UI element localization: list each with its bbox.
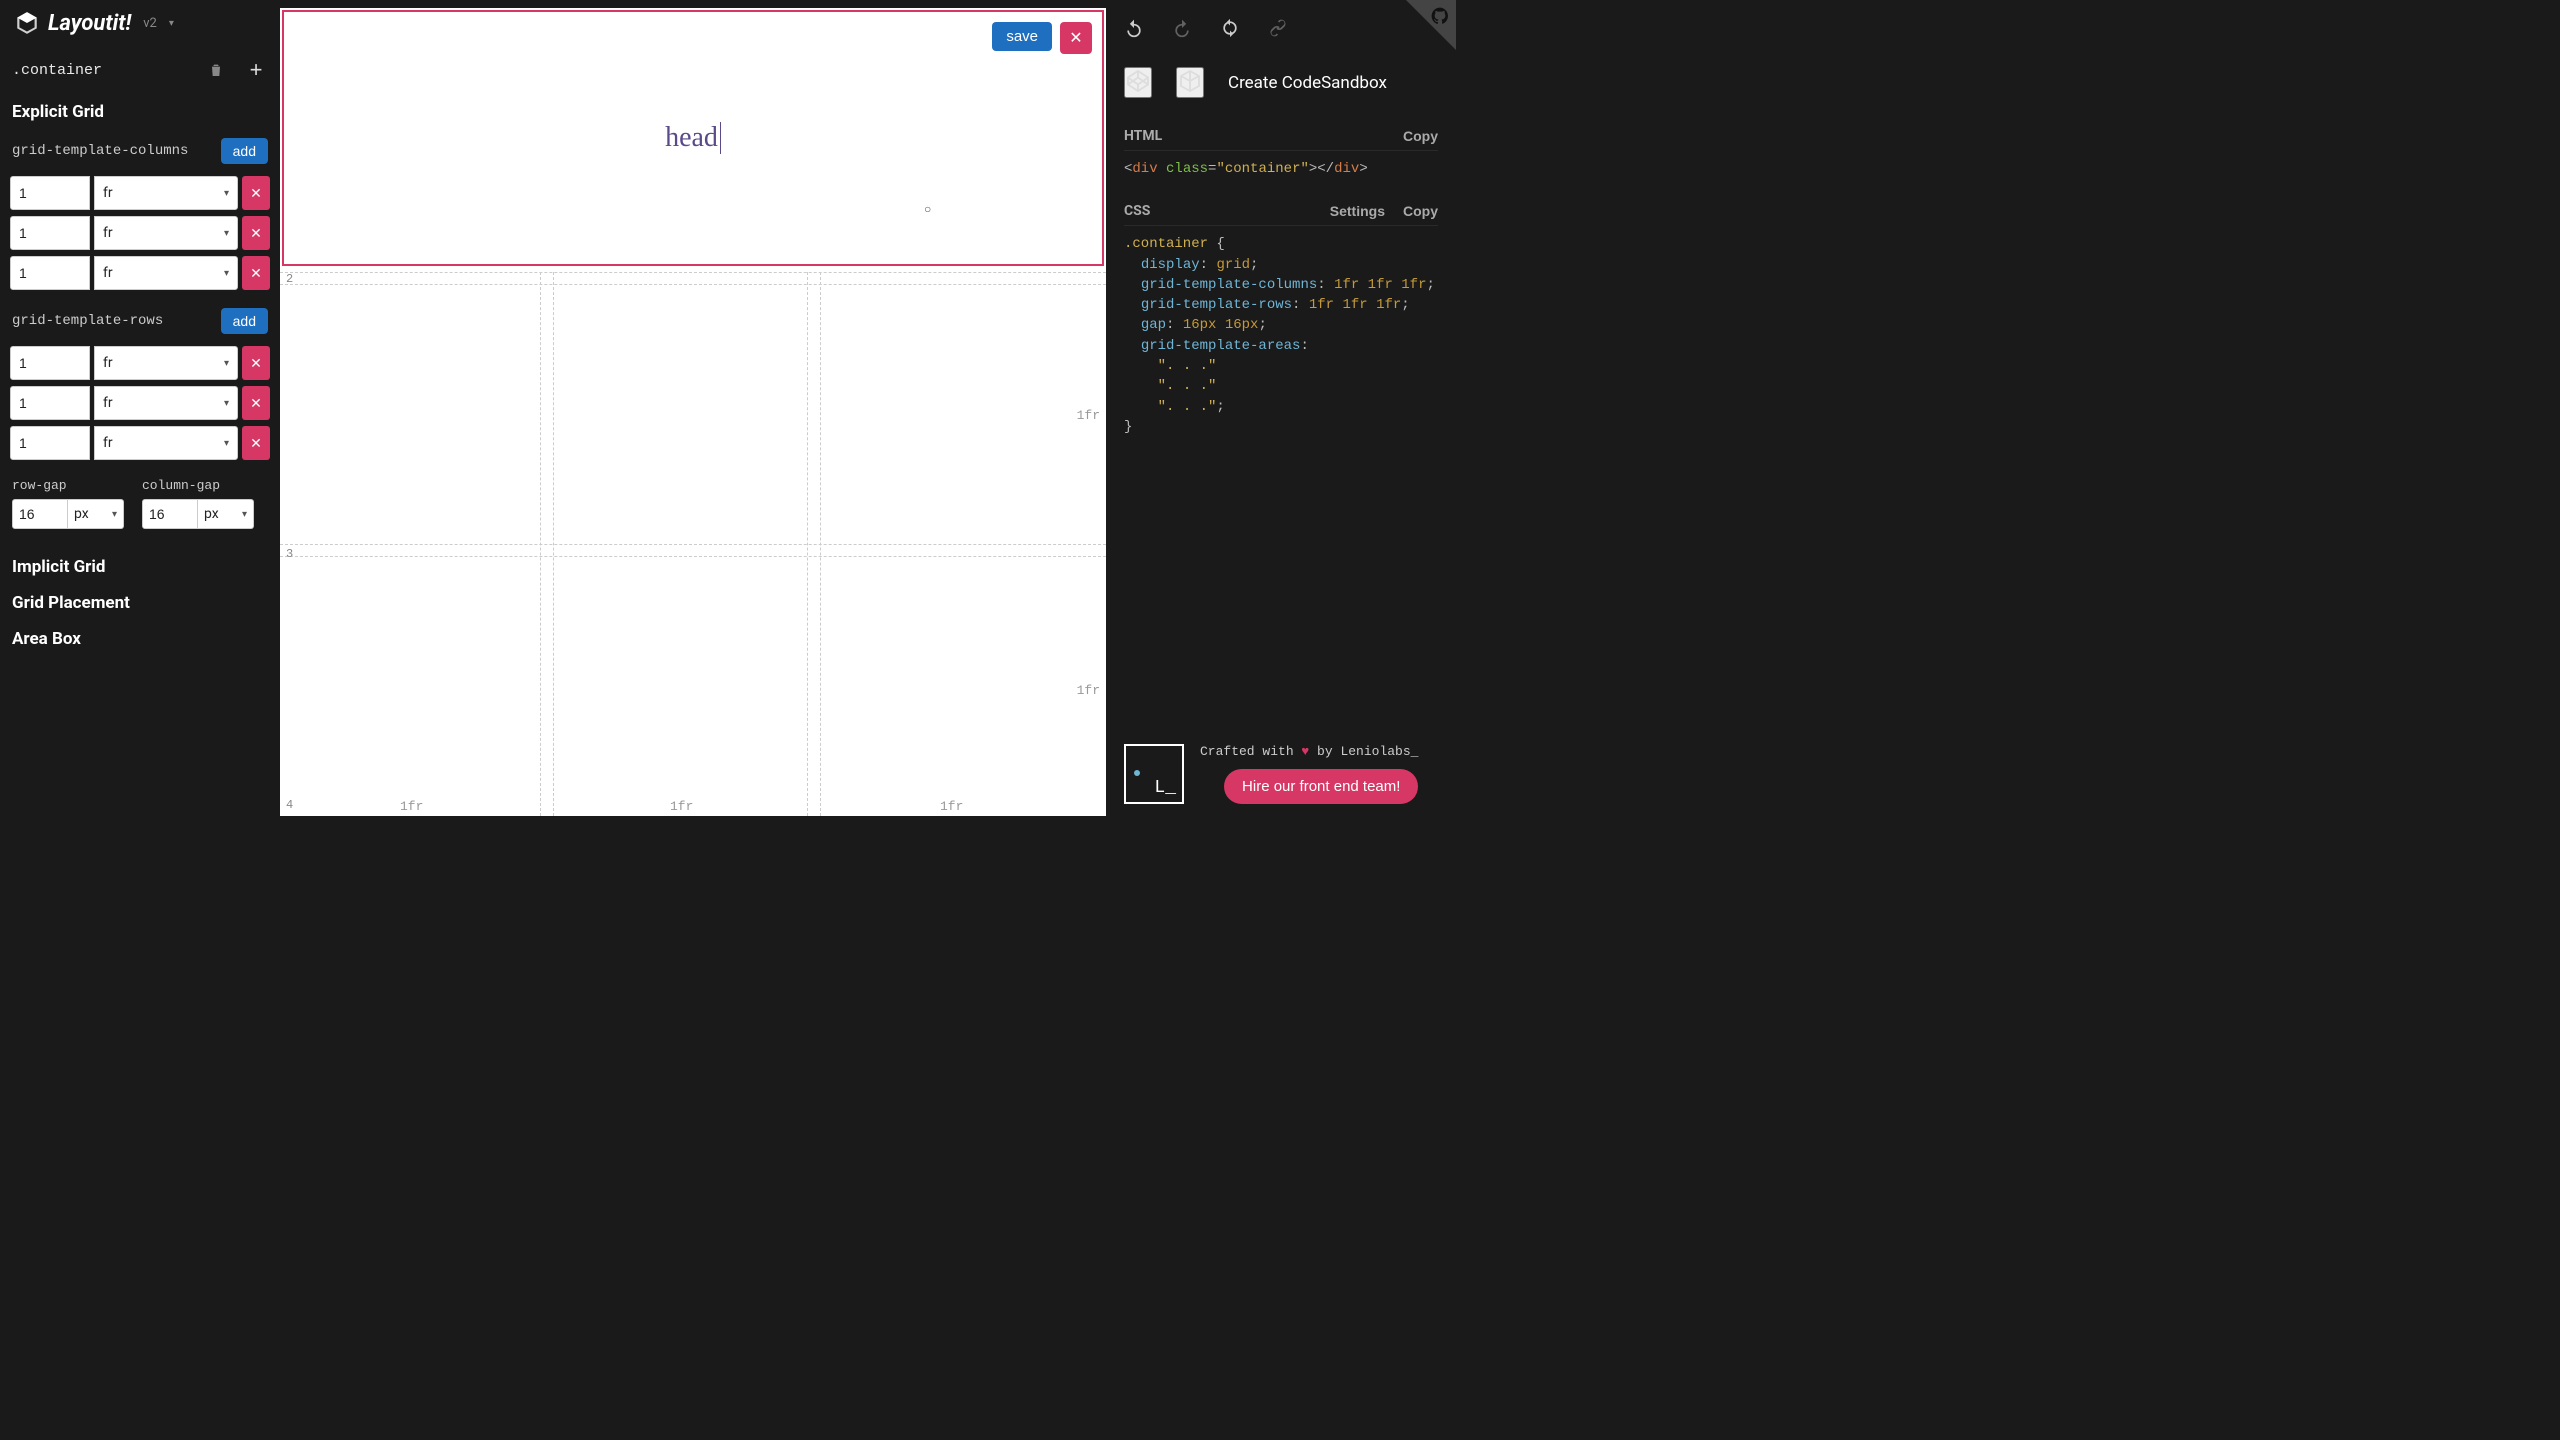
- col-3-fr-label: 1fr: [940, 799, 963, 814]
- footer: Crafted with ♥ by Leniolabs_ Hire our fr…: [1124, 726, 1438, 804]
- col-2-fr-label: 1fr: [670, 799, 693, 814]
- code-panel: Create CodeSandbox HTML Copy <div class=…: [1106, 0, 1456, 816]
- refresh-icon[interactable]: [1220, 18, 1240, 41]
- row-track-2: fr▾ ✕: [10, 386, 270, 420]
- col-1-value[interactable]: [10, 176, 90, 210]
- row-line-2: 2: [286, 272, 293, 286]
- section-grid-placement[interactable]: Grid Placement: [10, 589, 270, 617]
- row-1-fr-label: 1fr: [1077, 408, 1100, 423]
- row-3-unit[interactable]: fr▾: [94, 426, 238, 460]
- create-codesandbox-label[interactable]: Create CodeSandbox: [1228, 73, 1387, 93]
- plus-icon[interactable]: +: [244, 58, 268, 82]
- leniolabs-logo-icon[interactable]: [1124, 744, 1184, 804]
- col-3-unit[interactable]: fr▾: [94, 256, 238, 290]
- remove-col-3-button[interactable]: ✕: [242, 256, 270, 290]
- css-code[interactable]: .container { display: grid; grid-templat…: [1124, 226, 1438, 455]
- row-line-4: 4: [286, 798, 293, 812]
- logo-row: Layoutit! v2 ▾: [10, 0, 270, 46]
- redo-icon[interactable]: [1172, 18, 1192, 41]
- row-2-value[interactable]: [10, 386, 90, 420]
- col-1-unit[interactable]: fr▾: [94, 176, 238, 210]
- cols-label: grid-template-columns: [12, 143, 188, 159]
- chevron-down-icon[interactable]: ▾: [169, 18, 174, 29]
- css-label: CSS: [1124, 203, 1150, 219]
- cursor-icon: ○: [924, 202, 931, 216]
- css-header: CSS Settings Copy: [1124, 197, 1438, 226]
- column-gap-value[interactable]: [142, 499, 198, 529]
- col-2-unit[interactable]: fr▾: [94, 216, 238, 250]
- html-code[interactable]: <div class="container"></div>: [1124, 151, 1438, 197]
- prop-grid-template-columns: grid-template-columns add: [10, 134, 270, 168]
- section-implicit-grid[interactable]: Implicit Grid: [10, 553, 270, 581]
- trash-icon[interactable]: [204, 58, 228, 82]
- prop-grid-template-rows: grid-template-rows add: [10, 304, 270, 338]
- row-track-1: fr▾ ✕: [10, 346, 270, 380]
- codepen-icon[interactable]: [1124, 67, 1152, 98]
- col-1-fr-label: 1fr: [400, 799, 423, 814]
- settings-button[interactable]: Settings: [1330, 203, 1385, 219]
- remove-row-3-button[interactable]: ✕: [242, 426, 270, 460]
- col-track-2: fr▾ ✕: [10, 216, 270, 250]
- hire-button[interactable]: Hire our front end team!: [1224, 769, 1418, 804]
- col-3-value[interactable]: [10, 256, 90, 290]
- rows-label: grid-template-rows: [12, 313, 163, 329]
- toolbar: [1124, 12, 1438, 61]
- remove-row-1-button[interactable]: ✕: [242, 346, 270, 380]
- column-gap-unit[interactable]: px▾: [198, 499, 254, 529]
- row-2-fr-label: 1fr: [1077, 683, 1100, 698]
- copy-css-button[interactable]: Copy: [1403, 203, 1438, 219]
- remove-row-2-button[interactable]: ✕: [242, 386, 270, 420]
- row-2-unit[interactable]: fr▾: [94, 386, 238, 420]
- section-explicit-grid[interactable]: Explicit Grid: [10, 98, 270, 126]
- col-2-value[interactable]: [10, 216, 90, 250]
- remove-col-2-button[interactable]: ✕: [242, 216, 270, 250]
- codesandbox-icon[interactable]: [1176, 67, 1204, 98]
- row-gap-label: row-gap: [12, 478, 124, 493]
- gap-row: row-gap px▾ column-gap px▾: [10, 474, 270, 533]
- row-gap-unit[interactable]: px▾: [68, 499, 124, 529]
- section-area-box[interactable]: Area Box: [10, 625, 270, 653]
- add-column-button[interactable]: add: [221, 138, 268, 164]
- col-track-3: fr▾ ✕: [10, 256, 270, 290]
- row-3-value[interactable]: [10, 426, 90, 460]
- save-button[interactable]: save: [992, 22, 1052, 51]
- selected-area[interactable]: head save ✕: [282, 10, 1104, 266]
- row-1-value[interactable]: [10, 346, 90, 380]
- grid-lines: [280, 272, 1106, 816]
- row-gap-value[interactable]: [12, 499, 68, 529]
- grid-canvas[interactable]: head save ✕ ○ 2 3 4 1fr 1fr 1fr 1fr 1fr: [280, 8, 1106, 816]
- cube-icon: [14, 10, 40, 36]
- row-track-3: fr▾ ✕: [10, 426, 270, 460]
- copy-html-button[interactable]: Copy: [1403, 128, 1438, 144]
- area-name-input[interactable]: head: [665, 122, 721, 154]
- html-header: HTML Copy: [1124, 122, 1438, 151]
- version-label: v2: [143, 16, 157, 31]
- add-row-button[interactable]: add: [221, 308, 268, 334]
- sidebar: Layoutit! v2 ▾ .container + Explicit Gri…: [0, 0, 280, 816]
- logo-text: Layoutit!: [48, 11, 131, 36]
- container-selector[interactable]: .container: [12, 62, 102, 79]
- row-line-3: 3: [286, 547, 293, 561]
- undo-icon[interactable]: [1124, 18, 1144, 41]
- close-icon[interactable]: ✕: [1060, 22, 1092, 54]
- html-label: HTML: [1124, 128, 1162, 144]
- export-row: Create CodeSandbox: [1124, 61, 1438, 122]
- github-corner-icon[interactable]: [1406, 0, 1456, 50]
- container-selector-row: .container +: [10, 54, 270, 90]
- row-1-unit[interactable]: fr▾: [94, 346, 238, 380]
- col-track-1: fr▾ ✕: [10, 176, 270, 210]
- column-gap-label: column-gap: [142, 478, 254, 493]
- link-icon[interactable]: [1268, 18, 1288, 41]
- crafted-by: Crafted with ♥ by Leniolabs_: [1200, 744, 1418, 759]
- remove-col-1-button[interactable]: ✕: [242, 176, 270, 210]
